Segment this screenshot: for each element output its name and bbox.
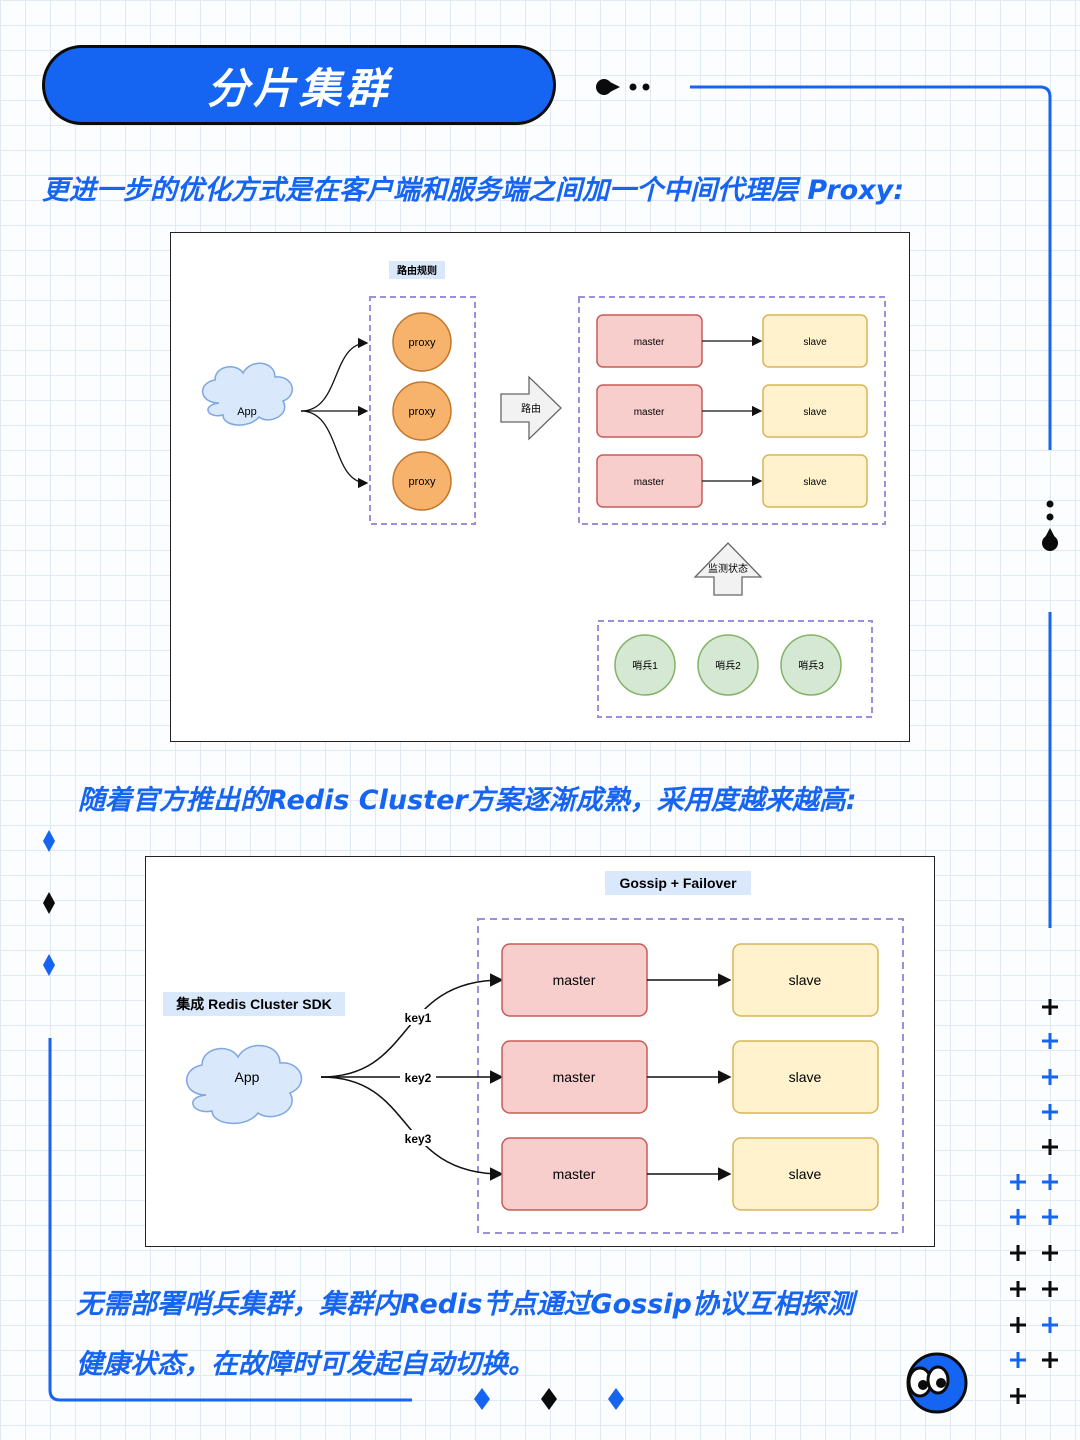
svg-text:proxy: proxy [409, 337, 436, 349]
gossip-label: Gossip + Failover [619, 875, 737, 891]
key-label: key2 [405, 1071, 432, 1085]
app-label: App [235, 1069, 260, 1085]
intro-paragraph: 更进一步的优化方式是在客户端和服务端之间加一个中间代理层 Proxy: [42, 175, 905, 206]
master-node: master [501, 1137, 648, 1211]
key-label: key1 [405, 1011, 432, 1025]
monitor-arrow-label: 监测状态 [708, 562, 748, 575]
svg-text:master: master [634, 477, 665, 488]
svg-text:proxy: proxy [409, 476, 436, 488]
proxy-diagram: 路由规则 App proxy proxy proxy 路由 master sla… [202, 261, 886, 718]
proxy-node: proxy [392, 451, 452, 511]
summary-line-2: 健康状态，在故障时可发起自动切换。 [76, 1349, 535, 1380]
drop-icon [1042, 535, 1058, 551]
routing-rule-label: 路由规则 [397, 264, 437, 277]
app-label: App [237, 406, 257, 418]
svg-text:master: master [553, 972, 596, 988]
diamond-icon [43, 954, 55, 976]
cluster-diagram-card: Gossip + Failover 集成 Redis Cluster SDK A… [145, 856, 935, 1247]
svg-text:slave: slave [803, 477, 827, 488]
svg-text:哨兵2: 哨兵2 [715, 659, 741, 672]
page-title: 分片集群 [206, 63, 391, 113]
sentinel-node: 哨兵3 [780, 634, 842, 696]
slave-node: slave [732, 1137, 879, 1211]
cluster-paragraph: 随着官方推出的Redis Cluster方案逐渐成熟，采用度越来越高: [78, 785, 857, 816]
svg-text:slave: slave [789, 1069, 822, 1085]
proxy-node: proxy [392, 381, 452, 441]
sdk-label: 集成 Redis Cluster SDK [175, 996, 332, 1012]
sentinel-node: 哨兵2 [697, 634, 759, 696]
sentinel-node: 哨兵1 [614, 634, 676, 696]
svg-text:slave: slave [803, 337, 827, 348]
slave-node: slave [762, 314, 868, 368]
svg-text:slave: slave [789, 1166, 822, 1182]
svg-text:哨兵1: 哨兵1 [632, 659, 658, 672]
cluster-diagram: Gossip + Failover 集成 Redis Cluster SDK A… [163, 871, 904, 1234]
summary-paragraph: 无需部署哨兵集群，集群内Redis节点通过Gossip协议互相探测 健康状态，在… [76, 1275, 854, 1395]
title-pill: 分片集群 [42, 45, 556, 125]
proxy-node: proxy [392, 312, 452, 372]
slave-node: slave [762, 454, 868, 508]
master-node: master [596, 454, 703, 508]
mascot-icon [906, 1352, 968, 1414]
master-node: master [596, 314, 703, 368]
svg-text:slave: slave [789, 972, 822, 988]
svg-text:proxy: proxy [409, 406, 436, 418]
diamond-icon [43, 830, 55, 852]
plus-pattern [1010, 999, 1058, 1404]
master-node: master [501, 943, 648, 1017]
master-node: master [501, 1040, 648, 1114]
svg-text:master: master [553, 1069, 596, 1085]
svg-text:master: master [634, 407, 665, 418]
master-node: master [596, 384, 703, 438]
diamond-icon [43, 892, 55, 914]
proxy-diagram-card: 路由规则 App proxy proxy proxy 路由 master sla… [170, 232, 910, 742]
svg-text:哨兵3: 哨兵3 [798, 659, 824, 672]
route-arrow-label: 路由 [521, 402, 541, 415]
slave-node: slave [732, 1040, 879, 1114]
slave-node: slave [762, 384, 868, 438]
svg-text:master: master [634, 337, 665, 348]
svg-text:slave: slave [803, 407, 827, 418]
drop-dot-icon [596, 79, 612, 95]
key-label: key3 [405, 1132, 432, 1146]
svg-text:master: master [553, 1166, 596, 1182]
summary-line-1: 无需部署哨兵集群，集群内Redis节点通过Gossip协议互相探测 [76, 1289, 854, 1320]
slave-node: slave [732, 943, 879, 1017]
